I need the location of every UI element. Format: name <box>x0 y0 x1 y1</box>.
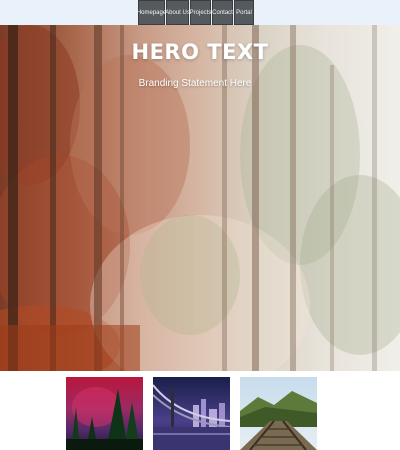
tree-trunk <box>330 65 334 371</box>
tree-trunk <box>222 25 227 371</box>
nav-projects[interactable]: Projects <box>190 0 211 25</box>
city-bridge-image <box>153 377 230 450</box>
hero-title: HERO TEXT <box>131 40 269 64</box>
railway-bridge-image <box>240 377 317 450</box>
aurora-forest-image <box>66 377 143 450</box>
tree-trunk <box>50 25 56 371</box>
nav-about-us[interactable]: About Us <box>165 0 190 25</box>
gallery-item-aurora[interactable] <box>66 377 143 450</box>
tree-trunk <box>372 25 377 371</box>
nav-portal[interactable]: Portal <box>234 0 254 25</box>
forest-floor <box>0 325 140 371</box>
top-bar: Homepage About Us Projects Contact Porta… <box>0 0 400 25</box>
image-gallery <box>0 377 400 450</box>
tree-trunk <box>94 25 102 371</box>
main-nav: Homepage About Us Projects Contact Porta… <box>137 0 255 25</box>
tree-trunk <box>120 25 124 371</box>
nav-contact[interactable]: Contact <box>212 0 233 25</box>
hero-banner: HERO TEXT Branding Statement Here <box>0 25 400 371</box>
hero-forest-image <box>0 25 400 371</box>
tree-trunk <box>290 25 296 371</box>
gallery-item-city-bridge[interactable] <box>153 377 230 450</box>
tree-trunk <box>252 25 259 371</box>
tree-trunk <box>8 25 18 371</box>
nav-homepage[interactable]: Homepage <box>137 0 166 25</box>
gallery-item-railway-bridge[interactable] <box>240 377 317 450</box>
hero-subtitle: Branding Statement Here <box>138 78 252 89</box>
